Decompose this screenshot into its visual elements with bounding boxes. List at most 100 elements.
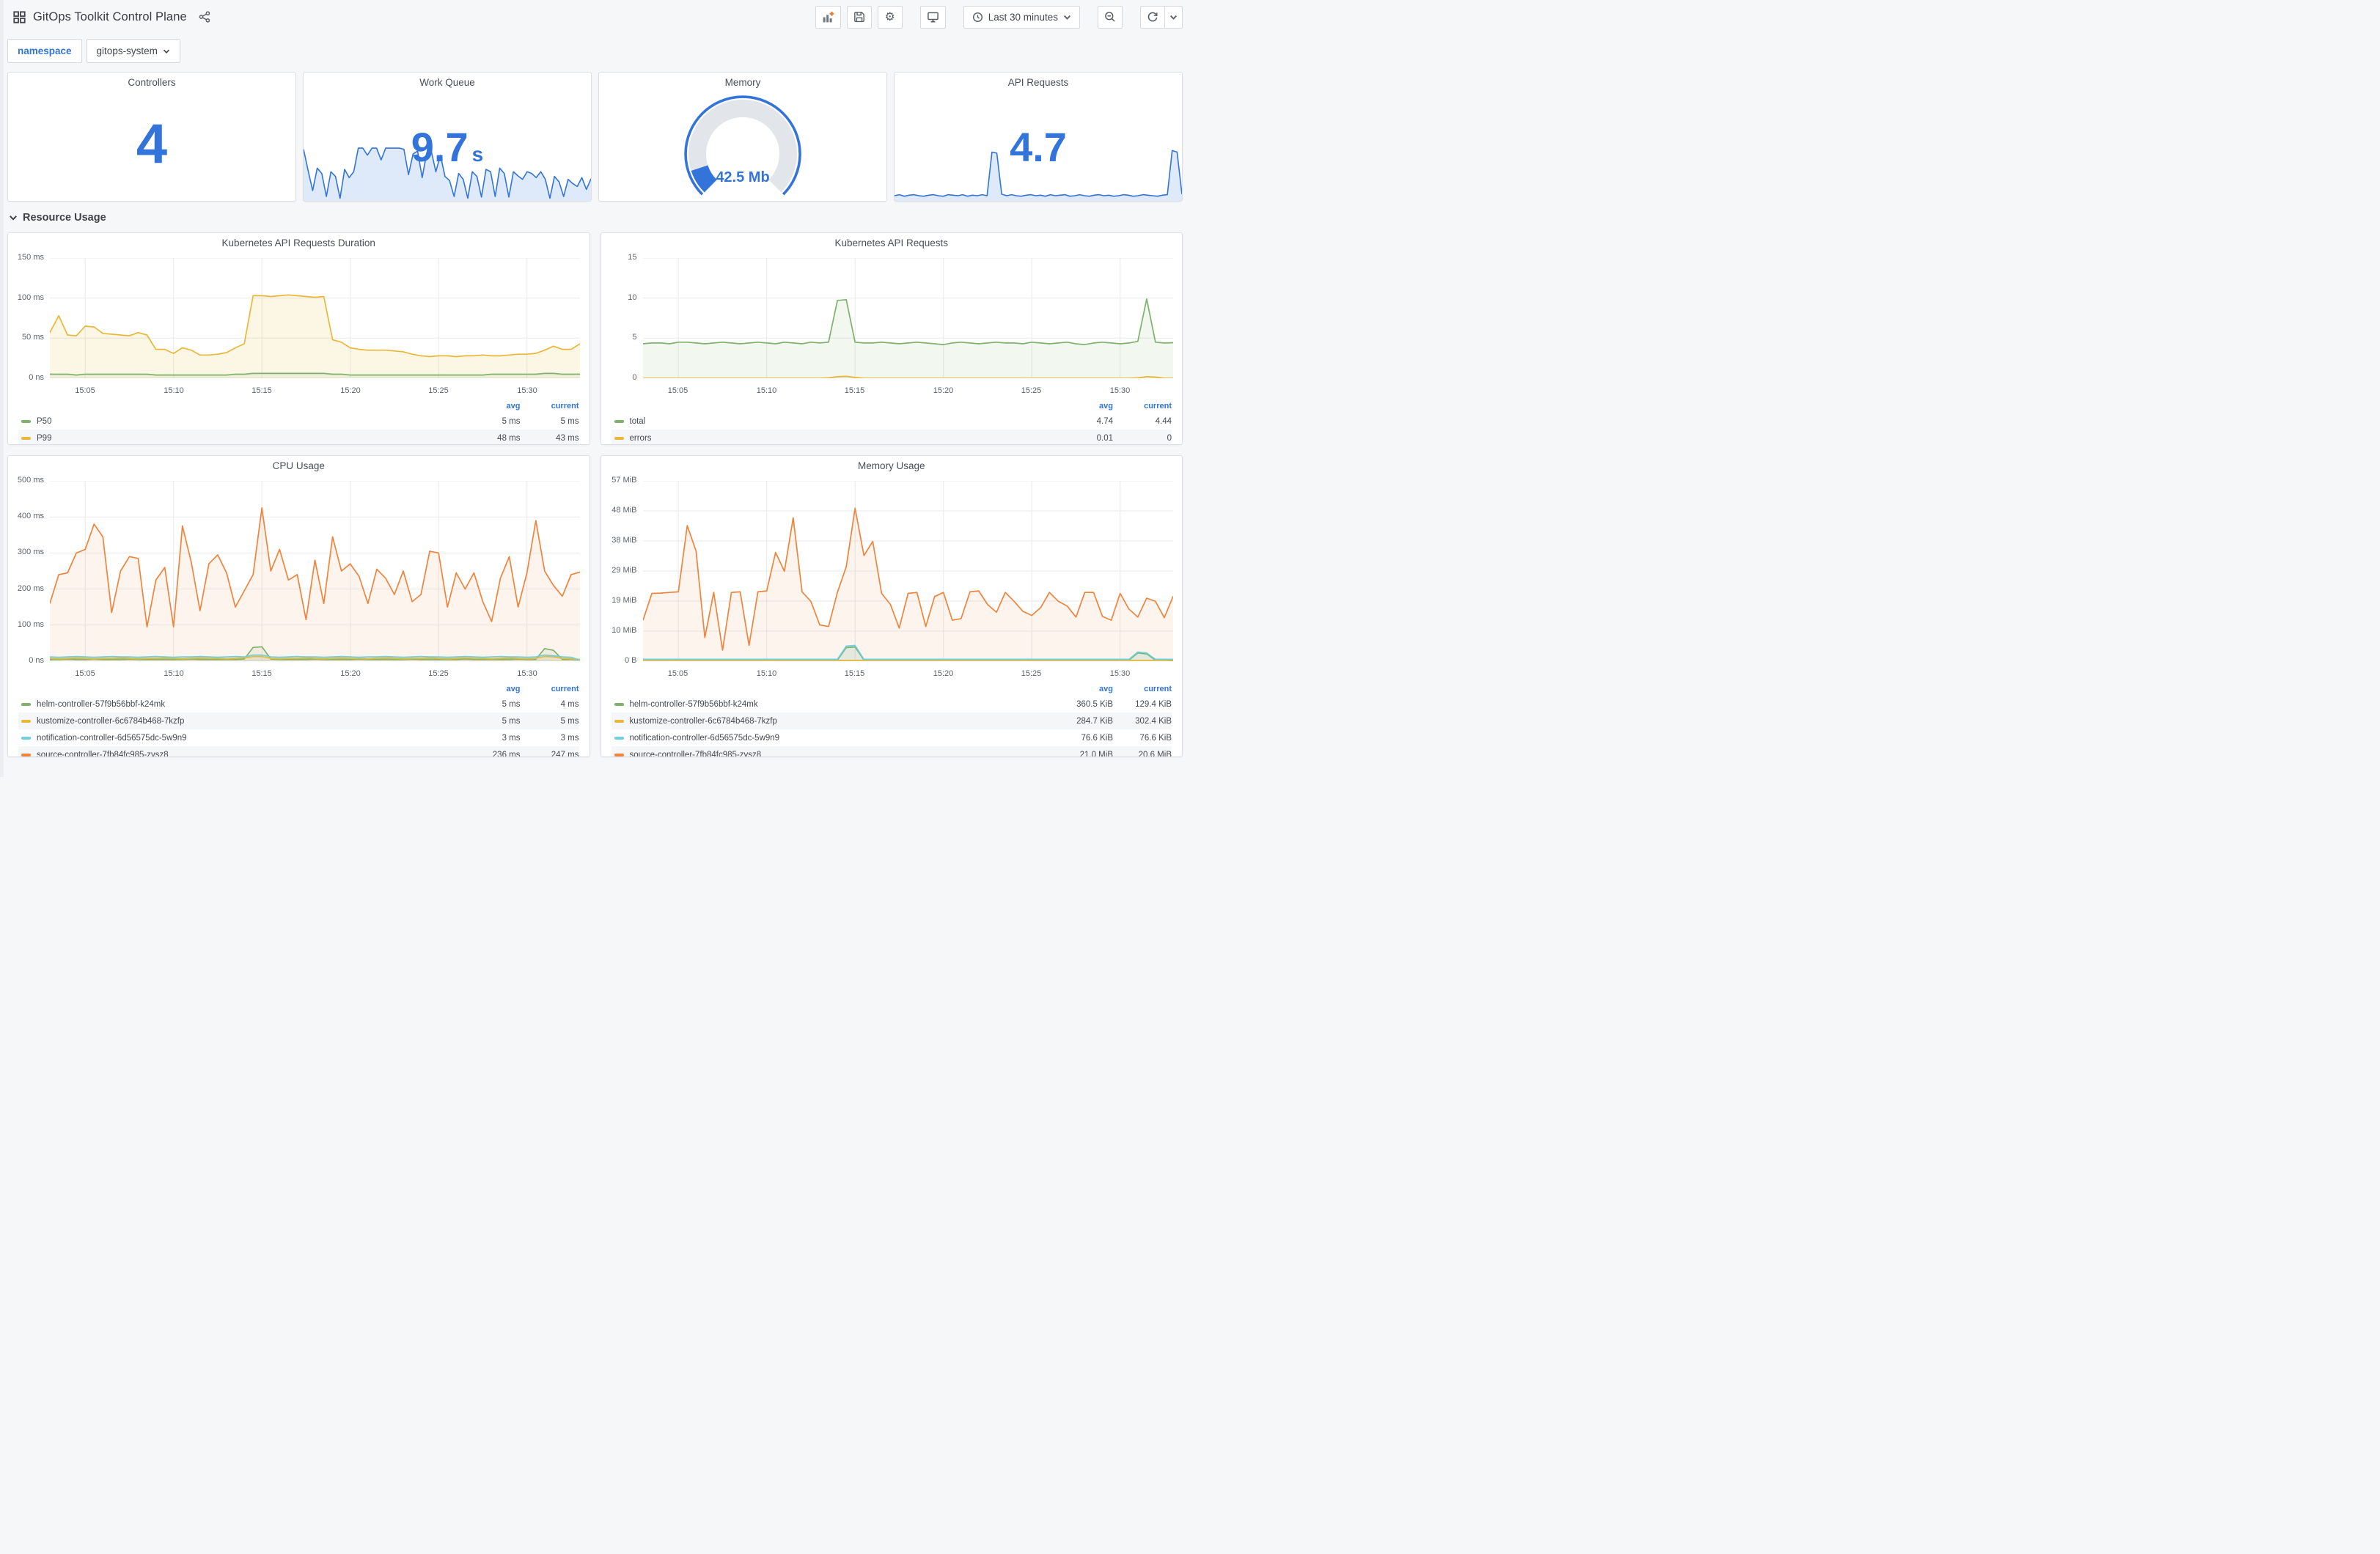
series-color-dash [21, 702, 31, 706]
series-color-dash [614, 736, 624, 740]
series-color-dash [614, 753, 624, 756]
legend-row[interactable]: P99 48 ms 43 ms [18, 430, 579, 444]
x-axis-tick: 15:20 [933, 386, 954, 395]
x-axis-tick: 15:25 [1021, 669, 1042, 678]
legend-col-current[interactable]: current [521, 685, 579, 693]
clock-icon [972, 12, 983, 23]
chevron-down-icon [10, 216, 17, 221]
y-axis-tick: 57 MiB [611, 476, 637, 485]
y-axis-tick: 0 [632, 373, 637, 382]
legend-row[interactable]: helm-controller-57f9b56bbf-k24mk 360.5 Ki… [611, 696, 1172, 712]
legend-col-current[interactable]: current [521, 402, 579, 410]
dashboard-header: GitOps Toolkit Control Plane ⚙ Last 30 m… [0, 0, 1190, 34]
y-axis-tick: 29 MiB [611, 566, 637, 575]
timeseries-plot[interactable]: 0 5 10 15 15:05 15:10 15:15 15:20 15:25 15:30 [601, 252, 1183, 397]
gear-icon: ⚙ [884, 11, 895, 23]
legend-row[interactable]: kustomize-controller-6c6784b468-7kzfp 5 m… [18, 712, 579, 729]
x-axis-tick: 15:05 [667, 386, 688, 395]
page-title: GitOps Toolkit Control Plane [33, 10, 187, 23]
x-axis-tick: 15:20 [933, 669, 954, 678]
x-axis-tick: 15:30 [1109, 386, 1131, 395]
share-icon[interactable] [199, 11, 210, 23]
panel-title: Memory Usage [857, 460, 925, 471]
x-axis-tick: 15:10 [756, 386, 777, 395]
scrollbar-track[interactable] [0, 0, 4, 777]
dashboard-settings-button[interactable]: ⚙ [877, 5, 903, 29]
legend-row[interactable]: notification-controller-6d56575dc-5w9n9 7… [611, 729, 1172, 746]
stat-panels-row: Controllers 4 Work Queue 9.7 s Memory 42.… [7, 72, 1183, 202]
y-axis-tick: 400 ms [17, 512, 44, 520]
legend-row[interactable]: errors 0.01 0 [611, 430, 1172, 444]
time-range-picker[interactable]: Last 30 minutes [963, 5, 1080, 29]
y-axis-tick: 100 ms [17, 620, 44, 629]
y-axis-tick: 300 ms [17, 548, 44, 556]
series-color-dash [21, 753, 31, 756]
legend-row[interactable]: kustomize-controller-6c6784b468-7kzfp 284… [611, 712, 1172, 729]
panel-controllers[interactable]: Controllers 4 [7, 72, 296, 202]
legend-col-current[interactable]: current [1113, 685, 1172, 693]
panel-k8s-api-requests-duration: Kubernetes API Requests Duration 0 ns 50 … [7, 232, 590, 445]
add-panel-button[interactable] [815, 5, 841, 29]
panel-k8s-api-requests: Kubernetes API Requests 0 5 10 15 15:05 15:10… [600, 232, 1183, 445]
section-row-resource-usage[interactable]: Resource Usage [9, 209, 1183, 227]
x-axis-tick: 15:20 [340, 669, 361, 678]
legend-col-avg[interactable]: avg [1048, 685, 1113, 693]
x-axis-tick: 15:10 [164, 669, 184, 678]
work-queue-sparkline [304, 142, 591, 201]
api-requests-sparkline [895, 150, 1182, 201]
series-color-dash [614, 702, 624, 706]
panel-api-requests[interactable]: API Requests 4.7 [894, 72, 1183, 202]
cycle-view-mode-button[interactable] [919, 5, 946, 29]
legend-row[interactable]: total 4.74 4.44 [611, 413, 1172, 430]
x-axis-tick: 15:20 [340, 386, 361, 395]
legend-row[interactable]: source-controller-7fb84fc985-zvsz8 21.0 M… [611, 746, 1172, 756]
legend-header: avg current [18, 682, 579, 696]
legend-table: avg current helm-controller-57f9b56bbf-k24… [601, 680, 1183, 756]
legend-row[interactable]: helm-controller-57f9b56bbf-k24mk 5 ms 4 ms [18, 696, 579, 712]
x-axis-tick: 15:25 [428, 669, 449, 678]
timeseries-plot[interactable]: 0 B 10 MiB 19 MiB 29 MiB 38 MiB 48 MiB 57 MiB 1… [601, 475, 1183, 680]
section-title: Resource Usage [23, 212, 106, 224]
refresh-interval-dropdown[interactable] [1165, 5, 1183, 29]
legend-col-current[interactable]: current [1113, 402, 1172, 410]
x-axis-tick: 15:05 [667, 669, 688, 678]
x-axis-tick: 15:10 [164, 386, 184, 395]
legend-col-avg[interactable]: avg [456, 685, 521, 693]
zoom-out-icon [1105, 12, 1115, 22]
x-axis-tick: 15:15 [844, 386, 865, 395]
refresh-icon [1147, 12, 1158, 22]
y-axis-tick: 48 MiB [611, 506, 637, 515]
series-color-dash [21, 419, 31, 423]
zoom-out-button[interactable] [1098, 5, 1123, 29]
legend-row[interactable]: P50 5 ms 5 ms [18, 413, 579, 430]
plus-icon [829, 11, 834, 16]
panel-title: Kubernetes API Requests [834, 237, 949, 248]
panel-title: Kubernetes API Requests Duration [221, 237, 375, 248]
variable-value-dropdown[interactable]: gitops-system [86, 39, 180, 63]
y-axis-tick: 15 [628, 253, 637, 262]
legend-row[interactable]: notification-controller-6d56575dc-5w9n9 3… [18, 729, 579, 746]
x-axis-tick: 15:25 [428, 386, 449, 395]
panel-title: API Requests [1007, 76, 1069, 88]
legend-header: avg current [611, 399, 1172, 413]
legend-table: avg current P50 5 ms 5 ms P99 48 ms 43 ms [8, 397, 590, 444]
series-color-dash [614, 419, 624, 423]
refresh-button[interactable] [1140, 5, 1165, 29]
legend-col-avg[interactable]: avg [456, 402, 521, 410]
timeseries-plot[interactable]: 0 ns 50 ms 100 ms 150 ms 15:05 15:10 15:15 15:2… [8, 252, 590, 397]
panel-memory[interactable]: Memory 42.5 Mb [598, 72, 887, 202]
panel-work-queue[interactable]: Work Queue 9.7 s [303, 72, 592, 202]
variable-label-namespace: namespace [7, 39, 82, 63]
dashboard-grid-icon [13, 10, 26, 23]
y-axis-tick: 150 ms [17, 253, 44, 262]
y-axis-tick: 0 B [624, 656, 637, 665]
timeseries-plot[interactable]: 0 ns 100 ms 200 ms 300 ms 400 ms 500 ms 15:05 1… [8, 475, 590, 680]
legend-row[interactable]: source-controller-7fb84fc985-zvsz8 236 ms… [18, 746, 579, 756]
legend-col-avg[interactable]: avg [1048, 402, 1113, 410]
legend-header: avg current [18, 399, 579, 413]
y-axis-tick: 0 ns [29, 373, 44, 382]
x-axis-tick: 15:25 [1021, 386, 1042, 395]
x-axis-tick: 15:30 [517, 669, 537, 678]
y-axis-tick: 200 ms [17, 584, 44, 593]
save-dashboard-button[interactable] [846, 5, 872, 29]
